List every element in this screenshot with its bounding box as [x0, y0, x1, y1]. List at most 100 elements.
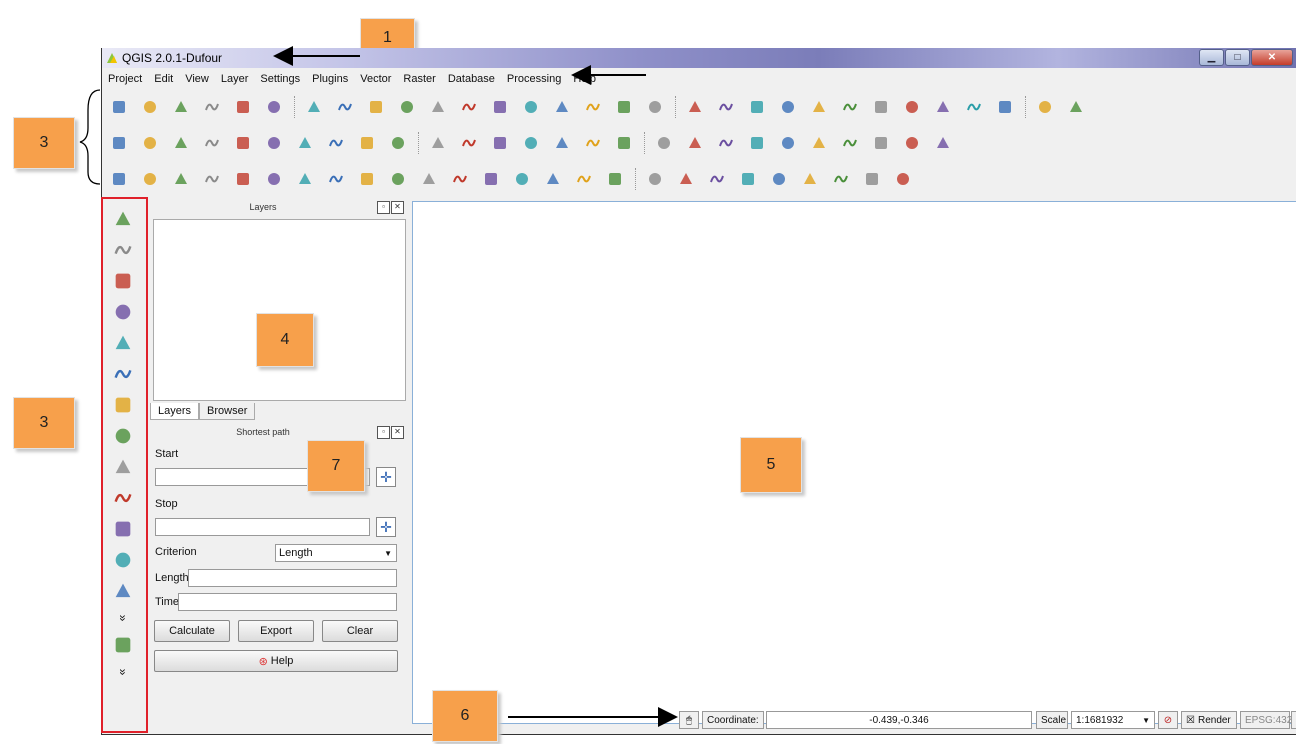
- new-spatialite-icon[interactable]: [746, 132, 768, 154]
- move-label-icon[interactable]: [520, 132, 542, 154]
- identify-icon[interactable]: [684, 96, 706, 118]
- oracle-icon[interactable]: [932, 132, 954, 154]
- show-bookmarks-icon[interactable]: [963, 96, 985, 118]
- coordinate-field[interactable]: -0.439,-0.346: [766, 711, 1032, 729]
- close-icon[interactable]: ✕: [391, 426, 404, 439]
- select-icon[interactable]: [715, 96, 737, 118]
- zoom-out-icon[interactable]: [427, 96, 449, 118]
- add-wfs-icon[interactable]: [870, 132, 892, 154]
- minimize-icon[interactable]: ▁: [1199, 49, 1224, 66]
- add-spatialite-icon[interactable]: [777, 132, 799, 154]
- fill-ring-icon[interactable]: [263, 168, 285, 190]
- help-button[interactable]: ⊛ Help: [154, 650, 398, 672]
- offset-curve-icon[interactable]: [387, 168, 409, 190]
- label-tool-icon[interactable]: [613, 132, 635, 154]
- add-wms-icon[interactable]: [808, 132, 830, 154]
- calculate-button[interactable]: Calculate: [154, 620, 230, 642]
- menu-layer[interactable]: Layer: [215, 73, 255, 85]
- change-label-icon[interactable]: [582, 132, 604, 154]
- rotate-label-icon[interactable]: [551, 132, 573, 154]
- evis-icon[interactable]: [830, 168, 852, 190]
- stop-pick-icon[interactable]: ✛: [376, 517, 396, 537]
- local-cumulative-icon[interactable]: [684, 132, 706, 154]
- expression-select-icon[interactable]: [777, 96, 799, 118]
- add-wcs-icon[interactable]: [839, 132, 861, 154]
- menu-processing[interactable]: Processing: [501, 73, 567, 85]
- save-as-icon[interactable]: [201, 96, 223, 118]
- menu-raster[interactable]: Raster: [397, 73, 441, 85]
- gps-tools-icon[interactable]: [768, 168, 790, 190]
- pan-icon[interactable]: [334, 96, 356, 118]
- float-icon[interactable]: ▫: [377, 426, 390, 439]
- tab-browser[interactable]: Browser: [199, 403, 256, 420]
- zoom-native-icon[interactable]: [458, 96, 480, 118]
- current-edits-icon[interactable]: [108, 132, 130, 154]
- zoom-to-selection-icon[interactable]: [520, 96, 542, 118]
- delete-selected-icon[interactable]: [294, 132, 316, 154]
- menu-view[interactable]: View: [179, 73, 215, 85]
- help-icon[interactable]: [1034, 96, 1056, 118]
- close-icon[interactable]: ✕: [1251, 49, 1293, 66]
- save-edits-icon[interactable]: [170, 132, 192, 154]
- message-icon[interactable]: [1291, 711, 1296, 729]
- raster-calculator-icon[interactable]: [861, 168, 883, 190]
- map-canvas[interactable]: [412, 201, 1296, 724]
- add-ring-icon[interactable]: [201, 168, 223, 190]
- pan-to-selection-icon[interactable]: [365, 96, 387, 118]
- attribute-table-icon[interactable]: [808, 96, 830, 118]
- road-graph-icon[interactable]: [644, 168, 666, 190]
- start-pick-icon[interactable]: ✛: [376, 467, 396, 487]
- composer-manager-icon[interactable]: [263, 96, 285, 118]
- clear-button[interactable]: Clear: [322, 620, 398, 642]
- cut-features-icon[interactable]: [325, 132, 347, 154]
- open-project-icon[interactable]: [139, 96, 161, 118]
- label-icon[interactable]: [427, 132, 449, 154]
- toggle-editing-icon[interactable]: [139, 132, 161, 154]
- add-feature-icon[interactable]: [201, 132, 223, 154]
- new-print-composer-icon[interactable]: [232, 96, 254, 118]
- menu-database[interactable]: Database: [442, 73, 501, 85]
- measure-icon[interactable]: [870, 96, 892, 118]
- new-project-icon[interactable]: [108, 96, 130, 118]
- georeferencer-icon[interactable]: [542, 168, 564, 190]
- delete-part-icon[interactable]: [325, 168, 347, 190]
- menu-help[interactable]: Help: [567, 73, 602, 85]
- crs-status[interactable]: EPSG:4326: [1240, 711, 1296, 729]
- text-annotation-icon[interactable]: [994, 96, 1016, 118]
- zonal-stats-icon[interactable]: [892, 168, 914, 190]
- split-features-icon[interactable]: [418, 168, 440, 190]
- menu-edit[interactable]: Edit: [148, 73, 179, 85]
- touch-zoom-icon[interactable]: [303, 96, 325, 118]
- raster-histogram-icon[interactable]: [653, 132, 675, 154]
- menu-project[interactable]: Project: [102, 73, 148, 85]
- delimited-text-icon[interactable]: [901, 132, 923, 154]
- deselect-icon[interactable]: [746, 96, 768, 118]
- time-field[interactable]: [178, 593, 397, 611]
- spit-icon[interactable]: [675, 168, 697, 190]
- delete-ring-icon[interactable]: [294, 168, 316, 190]
- save-project-icon[interactable]: [170, 96, 192, 118]
- tab-layers[interactable]: Layers: [150, 403, 200, 420]
- refresh-icon[interactable]: [644, 96, 666, 118]
- rotate-point-icon[interactable]: [511, 168, 533, 190]
- zoom-in-icon[interactable]: [396, 96, 418, 118]
- length-field[interactable]: [188, 569, 397, 587]
- zoom-full-icon[interactable]: [489, 96, 511, 118]
- whats-this-icon[interactable]: [1065, 96, 1087, 118]
- paste-features-icon[interactable]: [387, 132, 409, 154]
- stretch-histogram-icon[interactable]: [715, 132, 737, 154]
- topology-icon[interactable]: [706, 168, 728, 190]
- zoom-to-layer-icon[interactable]: [551, 96, 573, 118]
- simplify-icon[interactable]: [170, 168, 192, 190]
- redo-icon[interactable]: [139, 168, 161, 190]
- criterion-select[interactable]: Length ▼: [275, 544, 397, 562]
- undo-icon[interactable]: [108, 168, 130, 190]
- maximize-icon[interactable]: □: [1225, 49, 1250, 66]
- zoom-next-icon[interactable]: [613, 96, 635, 118]
- split-parts-icon[interactable]: [449, 168, 471, 190]
- menu-plugins[interactable]: Plugins: [306, 73, 354, 85]
- new-bookmark-icon[interactable]: [932, 96, 954, 118]
- stop-field[interactable]: [155, 518, 370, 536]
- interpolation-icon[interactable]: [604, 168, 626, 190]
- add-part-icon[interactable]: [232, 168, 254, 190]
